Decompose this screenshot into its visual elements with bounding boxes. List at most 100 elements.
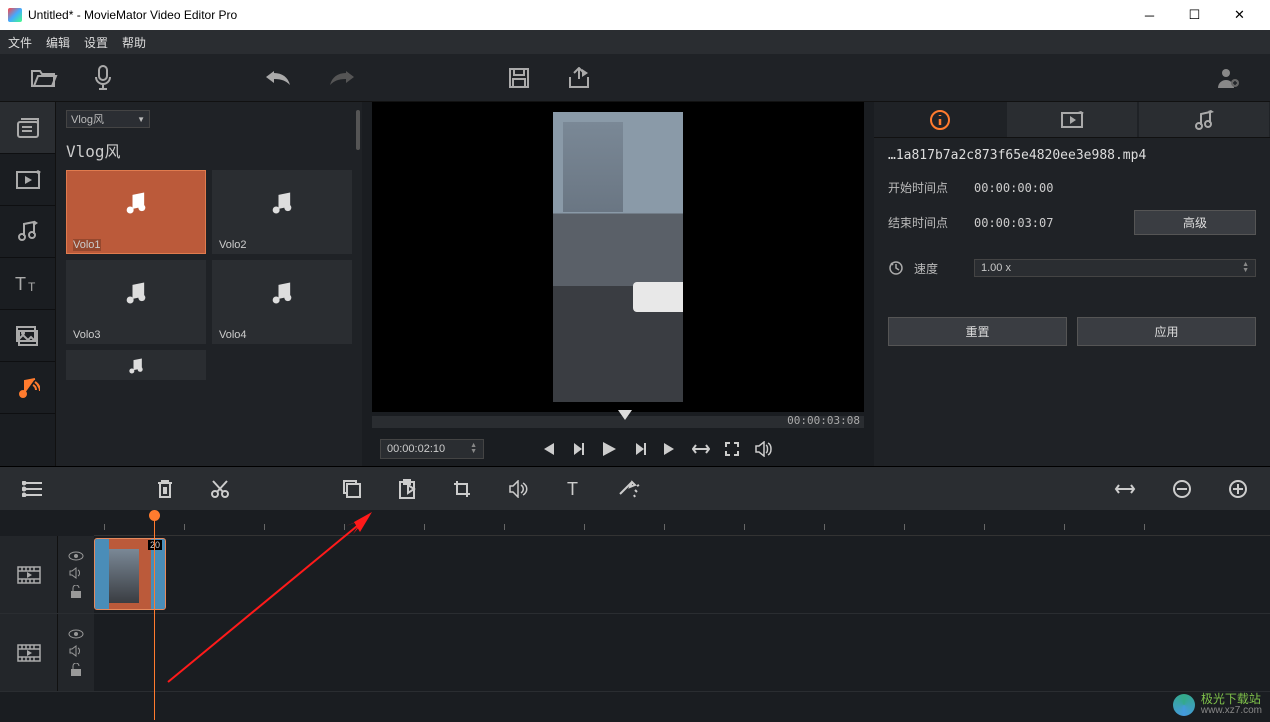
timeline-playhead[interactable]: [154, 510, 155, 720]
play-button[interactable]: [600, 440, 618, 458]
media-item-volo3[interactable]: Volo3: [66, 260, 206, 344]
rail-text[interactable]: TT: [0, 258, 55, 310]
track-content-v1[interactable]: 20: [94, 536, 1270, 613]
lock-icon[interactable]: [70, 585, 82, 599]
track-controls-v1: [58, 536, 94, 613]
timecode-value: 00:00:02:10: [387, 443, 445, 455]
media-item-volo1[interactable]: Volo1: [66, 170, 206, 254]
rail-stickers[interactable]: [0, 310, 55, 362]
music-note-icon: [67, 351, 205, 381]
text-button[interactable]: T: [564, 480, 582, 498]
undo-button[interactable]: [264, 69, 292, 87]
apply-button[interactable]: 应用: [1077, 317, 1256, 346]
advanced-button[interactable]: 高级: [1134, 210, 1256, 235]
menu-settings[interactable]: 设置: [84, 34, 108, 51]
properties-panel: …1a817b7a2c873f65e4820ee3e988.mp4 开始时间点 …: [874, 102, 1270, 466]
preview-canvas[interactable]: [372, 102, 864, 412]
zoom-in-button[interactable]: [1228, 479, 1248, 499]
media-item-extra[interactable]: [66, 350, 206, 380]
timeline-ruler[interactable]: [94, 510, 1270, 536]
zoom-out-button[interactable]: [1172, 479, 1192, 499]
copy-button[interactable]: [342, 479, 362, 499]
category-select[interactable]: Vlog风 ▼: [66, 110, 150, 128]
mute-icon[interactable]: [69, 567, 83, 579]
scrollbar-thumb[interactable]: [356, 110, 360, 150]
track-header-v1[interactable]: [0, 536, 58, 613]
export-button[interactable]: [566, 67, 592, 89]
watermark-url: www.xz7.com: [1201, 705, 1262, 716]
open-file-button[interactable]: [30, 67, 58, 89]
timeline-toolbar: T: [0, 466, 1270, 510]
zoom-fit-button[interactable]: [1114, 482, 1136, 496]
reset-button[interactable]: 重置: [888, 317, 1067, 346]
account-button[interactable]: [1216, 66, 1240, 90]
fit-button[interactable]: [692, 440, 710, 458]
menu-help[interactable]: 帮助: [122, 34, 146, 51]
visibility-icon[interactable]: [68, 551, 84, 561]
title-bar: Untitled* - MovieMator Video Editor Pro …: [0, 0, 1270, 30]
category-title: Vlog风: [66, 138, 352, 162]
category-select-value: Vlog风: [71, 111, 104, 127]
watermark: 极光下载站 www.xz7.com: [1173, 694, 1262, 716]
lock-icon[interactable]: [70, 663, 82, 677]
track-header-v2[interactable]: [0, 614, 58, 691]
crop-button[interactable]: [452, 479, 472, 499]
watermark-title: 极光下载站: [1201, 694, 1262, 705]
start-time-value: 00:00:00:00: [974, 181, 1084, 195]
rail-music[interactable]: [0, 362, 55, 414]
music-note-icon: [67, 171, 205, 235]
music-note-icon: [213, 261, 351, 325]
video-clip[interactable]: 20: [94, 538, 166, 610]
main-area: TT Vlog风 ▼ Vlog风 Volo1 Volo2 Volo3: [0, 102, 1270, 466]
timecode-spinners[interactable]: ▲▼: [470, 443, 477, 455]
timeline: 20: [0, 510, 1270, 722]
media-item-label: Volo4: [219, 329, 247, 341]
track-content-v2[interactable]: [94, 614, 1270, 691]
frame-back-button[interactable]: [570, 440, 586, 458]
preview-scrub-bar[interactable]: 00:00:03:08: [372, 416, 864, 428]
timecode-input[interactable]: 00:00:02:10 ▲▼: [380, 439, 484, 459]
music-note-icon: [67, 261, 205, 325]
media-browser: Vlog风 ▼ Vlog风 Volo1 Volo2 Volo3 Volo4: [56, 102, 362, 466]
app-logo-icon: [8, 8, 22, 22]
media-grid: Volo1 Volo2 Volo3 Volo4: [66, 170, 352, 380]
maximize-button[interactable]: ☐: [1172, 0, 1217, 30]
effects-button[interactable]: [618, 480, 640, 498]
skip-start-button[interactable]: [540, 440, 556, 458]
audio-button[interactable]: [508, 480, 528, 498]
props-tab-info[interactable]: [875, 102, 1005, 137]
zoom-button[interactable]: [724, 440, 740, 458]
save-button[interactable]: [508, 67, 530, 89]
rail-media-library[interactable]: [0, 102, 55, 154]
media-item-volo4[interactable]: Volo4: [212, 260, 352, 344]
close-button[interactable]: ✕: [1217, 0, 1262, 30]
props-tab-video[interactable]: [1007, 102, 1137, 137]
props-tab-audio[interactable]: [1139, 102, 1269, 137]
chevron-down-icon: ▼: [137, 115, 145, 124]
menu-edit[interactable]: 编辑: [46, 34, 70, 51]
scrub-playhead-icon[interactable]: [618, 410, 632, 420]
rail-video-templates[interactable]: [0, 154, 55, 206]
mute-icon[interactable]: [69, 645, 83, 657]
music-note-icon: [213, 171, 351, 235]
media-item-volo2[interactable]: Volo2: [212, 170, 352, 254]
rail-audio-templates[interactable]: [0, 206, 55, 258]
cut-button[interactable]: [210, 479, 230, 499]
timeline-menu-button[interactable]: [22, 481, 44, 497]
paste-button[interactable]: [398, 479, 416, 499]
redo-button[interactable]: [328, 69, 356, 87]
properties-body: …1a817b7a2c873f65e4820ee3e988.mp4 开始时间点 …: [874, 138, 1270, 356]
scrub-duration: 00:00:03:08: [787, 414, 860, 427]
speed-value: 1.00 x: [981, 262, 1011, 274]
record-voice-button[interactable]: [94, 65, 112, 91]
frame-forward-button[interactable]: [632, 440, 648, 458]
volume-button[interactable]: [754, 440, 772, 458]
speed-select[interactable]: 1.00 x ▲▼: [974, 259, 1256, 277]
minimize-button[interactable]: ─: [1127, 0, 1172, 30]
skip-end-button[interactable]: [662, 440, 678, 458]
visibility-icon[interactable]: [68, 629, 84, 639]
menu-file[interactable]: 文件: [8, 34, 32, 51]
speed-icon: [888, 260, 904, 276]
start-time-label: 开始时间点: [888, 179, 964, 196]
delete-button[interactable]: [156, 479, 174, 499]
